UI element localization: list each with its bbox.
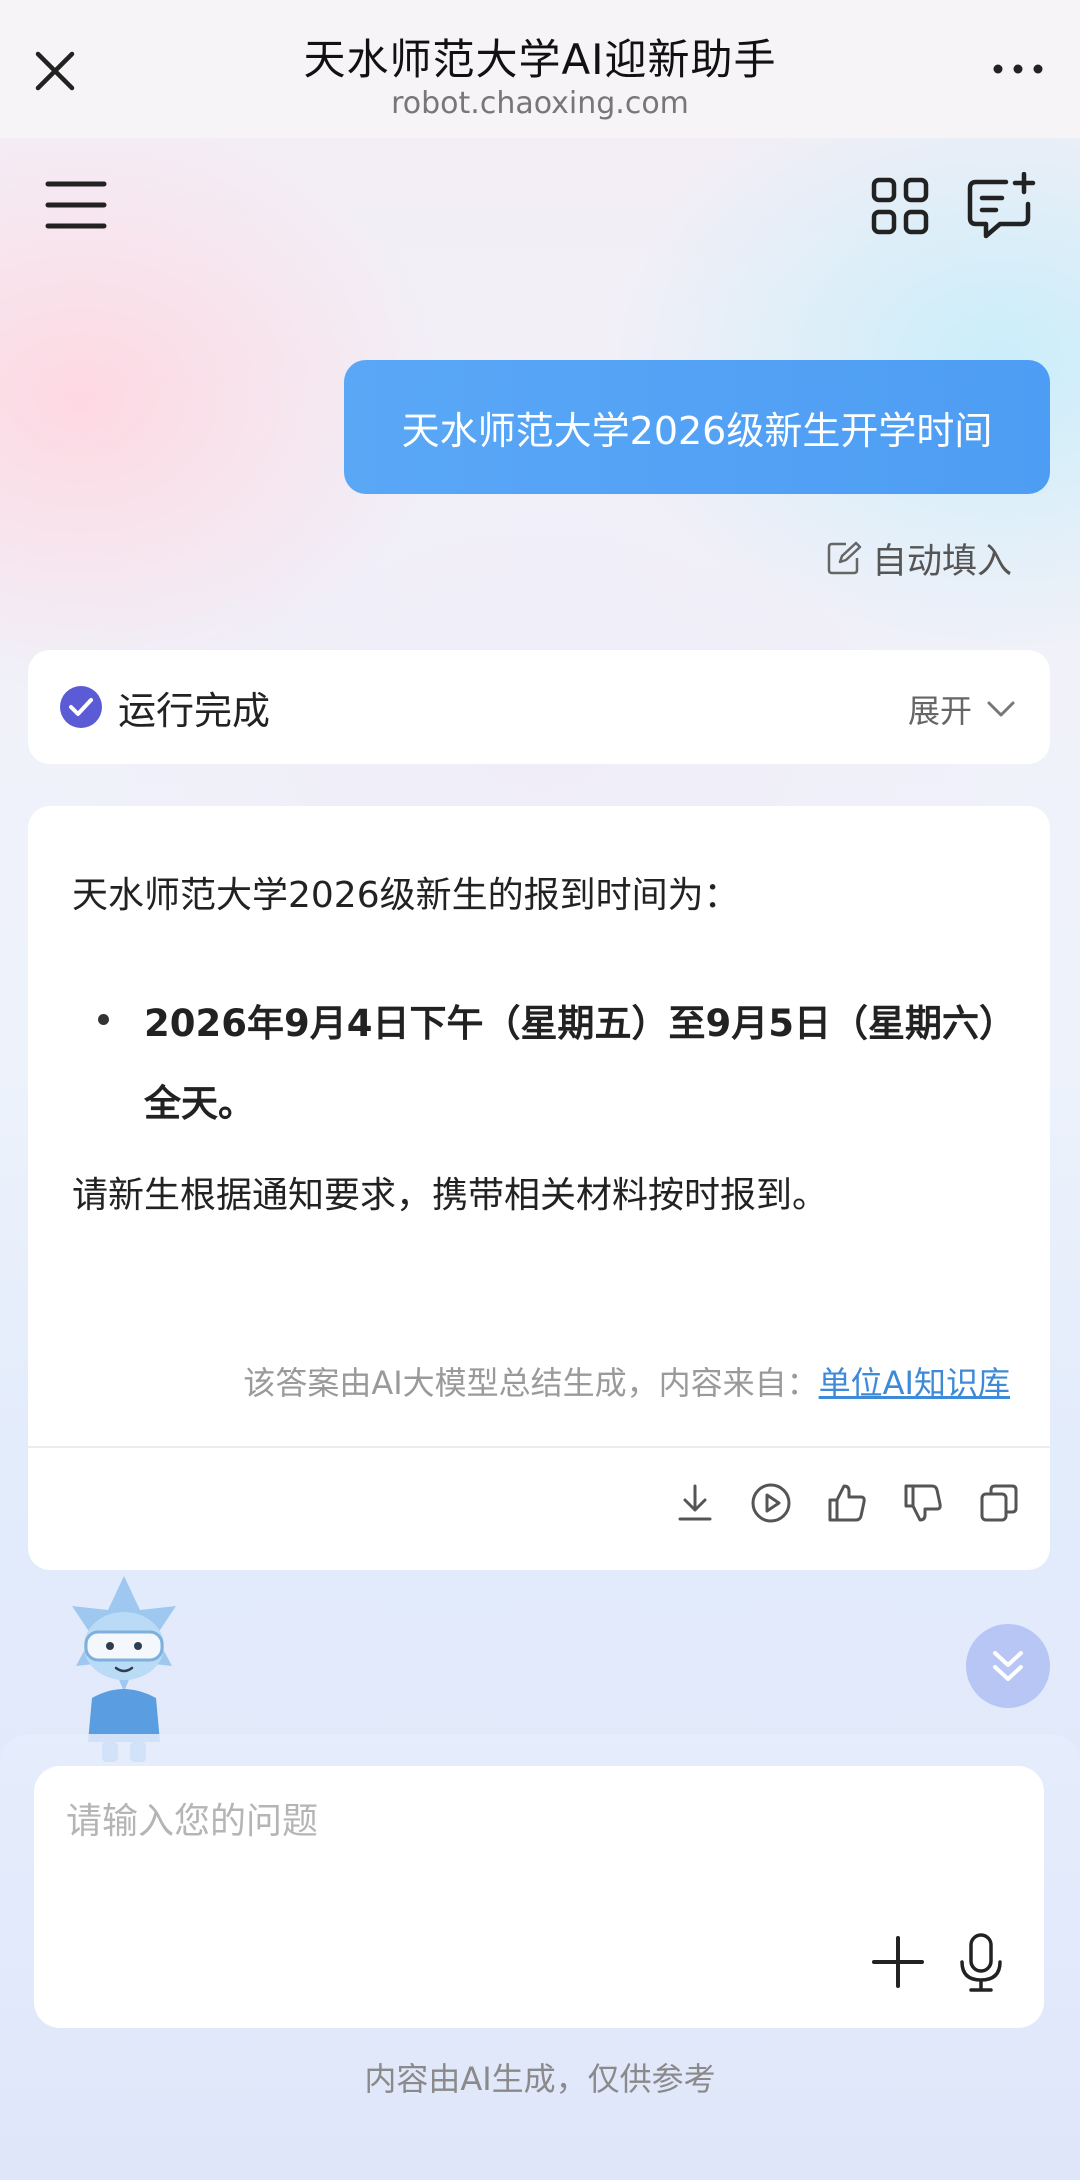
divider bbox=[28, 1446, 1050, 1448]
user-message-bubble: 天水师范大学2026级新生开学时间 bbox=[344, 360, 1050, 494]
autofill-button[interactable]: 自动填入 bbox=[826, 534, 1012, 582]
autofill-label: 自动填入 bbox=[872, 541, 1013, 582]
run-status-card: 运行完成 展开 bbox=[28, 650, 1050, 764]
scroll-to-bottom-button[interactable] bbox=[966, 1624, 1050, 1708]
double-chevron-down-icon bbox=[993, 1651, 1023, 1681]
answer-source: 该答案由AI大模型总结生成，内容来自：单位AI知识库 bbox=[243, 1358, 1010, 1404]
copy-icon[interactable] bbox=[978, 1482, 1020, 1524]
bullet-dot bbox=[98, 1014, 109, 1025]
source-prefix: 该答案由AI大模型总结生成，内容来自： bbox=[243, 1364, 819, 1402]
page-url: robot.chaoxing.com bbox=[391, 86, 689, 121]
check-circle-icon bbox=[60, 686, 102, 728]
menu-icon[interactable] bbox=[44, 178, 108, 232]
question-input[interactable]: 请输入您的问题 bbox=[34, 1766, 1044, 2028]
answer-note: 请新生根据通知要求，携带相关材料按时报到。 bbox=[72, 1175, 829, 1216]
play-icon[interactable] bbox=[750, 1482, 792, 1524]
answer-bullet: 2026年9月4日下午（星期五）至9月5日（星期六）全天。 bbox=[144, 1002, 1016, 1125]
answer-actions bbox=[674, 1482, 1020, 1524]
page-title: 天水师范大学AI迎新助手 bbox=[303, 35, 777, 84]
edit-icon bbox=[827, 541, 862, 575]
ai-disclaimer: 内容由AI生成，仅供参考 bbox=[364, 2060, 716, 2098]
source-link[interactable]: 单位AI知识库 bbox=[819, 1364, 1010, 1402]
new-chat-icon[interactable] bbox=[966, 172, 1038, 242]
download-icon[interactable] bbox=[674, 1482, 716, 1524]
plus-icon[interactable] bbox=[870, 1934, 926, 1990]
more-icon[interactable] bbox=[988, 54, 1048, 84]
answer-intro: 天水师范大学2026级新生的报到时间为： bbox=[72, 875, 740, 916]
microphone-icon[interactable] bbox=[956, 1932, 1006, 1994]
thumbs-up-icon[interactable] bbox=[826, 1482, 868, 1524]
top-header: 天水师范大学AI迎新助手 robot.chaoxing.com bbox=[0, 0, 1080, 138]
expand-label: 展开 bbox=[907, 692, 972, 730]
input-placeholder: 请输入您的问题 bbox=[66, 1801, 319, 1842]
chevron-down-icon bbox=[987, 701, 1015, 717]
answer-card: 天水师范大学2026级新生的报到时间为： 2026年9月4日下午（星期五）至9月… bbox=[28, 806, 1050, 1570]
status-label: 运行完成 bbox=[118, 689, 271, 733]
expand-button[interactable]: 展开 bbox=[908, 686, 1016, 732]
thumbs-down-icon[interactable] bbox=[902, 1482, 944, 1524]
grid-icon[interactable] bbox=[870, 176, 930, 236]
